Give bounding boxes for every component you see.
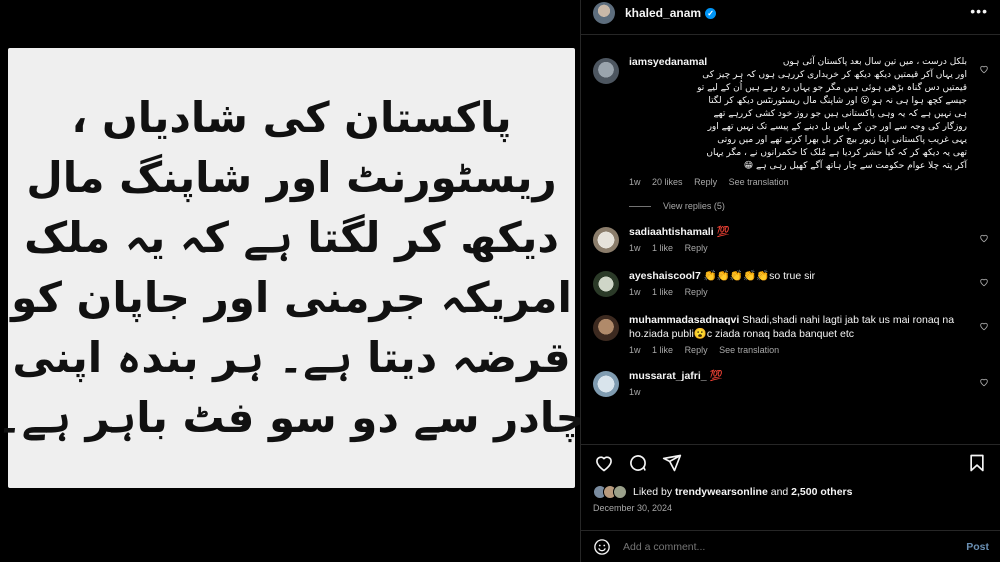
reply-button[interactable]: Reply [694, 177, 717, 187]
commenter-avatar[interactable] [593, 227, 619, 253]
comment-text-line: بلکل درست ، میں تین سال بعد پاکستان آئی … [782, 57, 967, 67]
comment-text-line: آکر پتہ چلا عوام حکومت سے چار ہاتھ آگے ک… [743, 161, 967, 171]
post-text-line: قرضہ دیتا ہے۔ ہر بندہ اپنی [12, 333, 571, 382]
commenter-username[interactable]: sadiaahtishamali [629, 226, 714, 238]
view-replies-link[interactable]: View replies (5) [629, 201, 989, 211]
comment-time: 1w [629, 177, 641, 187]
post-image[interactable]: پاکستان کی شادیاں ، ریسٹورنٹ اور شاپنگ م… [0, 48, 586, 488]
liked-by-prefix: Liked by [633, 486, 676, 498]
reply-button[interactable]: Reply [685, 243, 708, 253]
post-text-line: دیکھ کر لگتا ہے کہ یہ ملک [24, 213, 559, 262]
comment-meta: 1w 20 likes Reply See translation [629, 177, 967, 187]
comment-item: mussarat_jafri_ 💯 1w [593, 369, 989, 397]
post-header: khaled_anam ✓ ••• [581, 0, 1000, 26]
comment-meta: 1w 1 like Reply [629, 243, 967, 253]
comments-list[interactable]: iamsyedanamal بلکل درست ، میں تین سال بع… [581, 52, 1000, 442]
commenter-avatar[interactable] [593, 58, 619, 84]
comment-text-line: تھی یہ دیکھ کر کہ کیا حشر کردیا ہے مُلک … [706, 148, 967, 158]
commenter-avatar[interactable] [593, 271, 619, 297]
more-options-icon[interactable]: ••• [970, 3, 988, 19]
comment-body: ayeshaiscool7 👏👏👏👏👏so true sir 1w 1 like… [629, 269, 989, 297]
commenter-username[interactable]: iamsyedanamal [629, 56, 707, 68]
comment-like-icon[interactable] [979, 277, 989, 287]
commenter-avatar[interactable] [593, 371, 619, 397]
comment-meta: 1w 1 like Reply See translation [629, 345, 967, 355]
likes-summary[interactable]: Liked by trendywearsonline and 2,500 oth… [593, 485, 852, 499]
comment-item: muhammadasadnaqvi Shadi,shadi nahi lagti… [593, 313, 989, 355]
comment-text: 💯 [709, 370, 723, 382]
post-comment-button[interactable]: Post [966, 541, 989, 553]
heart-icon[interactable] [593, 452, 615, 474]
comment-body: muhammadasadnaqvi Shadi,shadi nahi lagti… [629, 313, 989, 355]
verified-badge-icon: ✓ [705, 8, 717, 20]
comment-text-line: ہی نہیں ہے کہ یہ وہی پاکستانی ہیں جو روز… [713, 109, 967, 119]
comment-time: 1w [629, 243, 641, 253]
comment-likes[interactable]: 20 likes [652, 177, 683, 187]
comment-text-line: اور یہاں آکر قیمتیں دیکھ دیکھ کر خریداری… [702, 70, 967, 80]
comment-item: ayeshaiscool7 👏👏👏👏👏so true sir 1w 1 like… [593, 269, 989, 297]
post-details-panel: khaled_anam ✓ ••• iamsyedanamal بلکل درست… [580, 0, 1000, 562]
liker-avatar [613, 485, 627, 499]
comment-meta: 1w [629, 387, 967, 397]
actions-divider [581, 444, 1000, 445]
likers-avatars [593, 485, 627, 499]
comment-like-icon[interactable] [979, 377, 989, 387]
liked-by-middle: and [767, 486, 792, 498]
post-text-line: امریکہ جرمنی اور جاپان کو [11, 273, 572, 322]
post-media-pane: پاکستان کی شادیاں ، ریسٹورنٹ اور شاپنگ م… [0, 0, 586, 562]
reply-button[interactable]: Reply [685, 345, 708, 355]
comment-time: 1w [629, 345, 641, 355]
likes-others-count[interactable]: 2,500 others [791, 486, 852, 498]
see-translation-link[interactable]: See translation [719, 345, 779, 355]
comment-icon[interactable] [627, 452, 649, 474]
emoji-icon[interactable] [593, 538, 611, 556]
reply-button[interactable]: Reply [685, 287, 708, 297]
comment-like-icon[interactable] [979, 321, 989, 331]
comment-text-line: یہی غریب پاکستانی اپنا زیور بیچ کر بل بھ… [717, 135, 967, 145]
comment-text-line: روزگار کی وجہ سے اور جن کے پاس بل دینے ک… [707, 122, 967, 132]
replies-divider [629, 205, 651, 207]
liker-username[interactable]: trendywearsonline [675, 486, 768, 498]
comment-body: sadiaahtishamali 💯 1w 1 like Reply [629, 225, 989, 253]
comment-like-icon[interactable] [979, 64, 989, 74]
comment-meta: 1w 1 like Reply [629, 287, 967, 297]
header-divider [581, 34, 1000, 35]
bookmark-icon[interactable] [966, 452, 988, 474]
author-username[interactable]: khaled_anam ✓ [625, 6, 717, 20]
comment-body: mussarat_jafri_ 💯 1w [629, 369, 989, 397]
comment-text: 👏👏👏👏👏so true sir [703, 270, 816, 282]
share-icon[interactable] [661, 452, 683, 474]
commenter-username[interactable]: ayeshaiscool7 [629, 270, 701, 282]
post-text-line: چادر سے دو سو فٹ باہر ہے۔ [0, 393, 586, 442]
add-comment-bar: Post [581, 530, 1000, 562]
comment-time: 1w [629, 287, 641, 297]
commenter-avatar[interactable] [593, 315, 619, 341]
comment-text-line: جیسے کچھ ہوا ہی نہ ہو 😮 اور شاپنگ مال ری… [708, 96, 967, 106]
post-text-line: ریسٹورنٹ اور شاپنگ مال [26, 153, 557, 202]
comment-item: iamsyedanamal بلکل درست ، میں تین سال بع… [593, 56, 989, 187]
see-translation-link[interactable]: See translation [729, 177, 789, 187]
commenter-username[interactable]: mussarat_jafri_ [629, 370, 707, 382]
comment-like-icon[interactable] [979, 233, 989, 243]
post-text-line: پاکستان کی شادیاں ، [71, 93, 512, 142]
comment-likes[interactable]: 1 like [652, 243, 673, 253]
comment-text: 💯 [716, 226, 730, 238]
author-avatar[interactable] [593, 2, 615, 24]
post-actions-bar [593, 450, 988, 476]
comment-item: sadiaahtishamali 💯 1w 1 like Reply [593, 225, 989, 253]
comment-likes[interactable]: 1 like [652, 345, 673, 355]
comment-text-line: قیمتیں دس گناہ بڑھی ہوئی ہیں مگر جو یہاں… [697, 83, 967, 93]
commenter-username[interactable]: muhammadasadnaqvi [629, 314, 739, 326]
comment-likes[interactable]: 1 like [652, 287, 673, 297]
post-date: December 30, 2024 [593, 503, 673, 513]
comment-time: 1w [629, 387, 641, 397]
add-comment-input[interactable] [623, 540, 967, 553]
comment-body: iamsyedanamal بلکل درست ، میں تین سال بع… [629, 56, 989, 187]
